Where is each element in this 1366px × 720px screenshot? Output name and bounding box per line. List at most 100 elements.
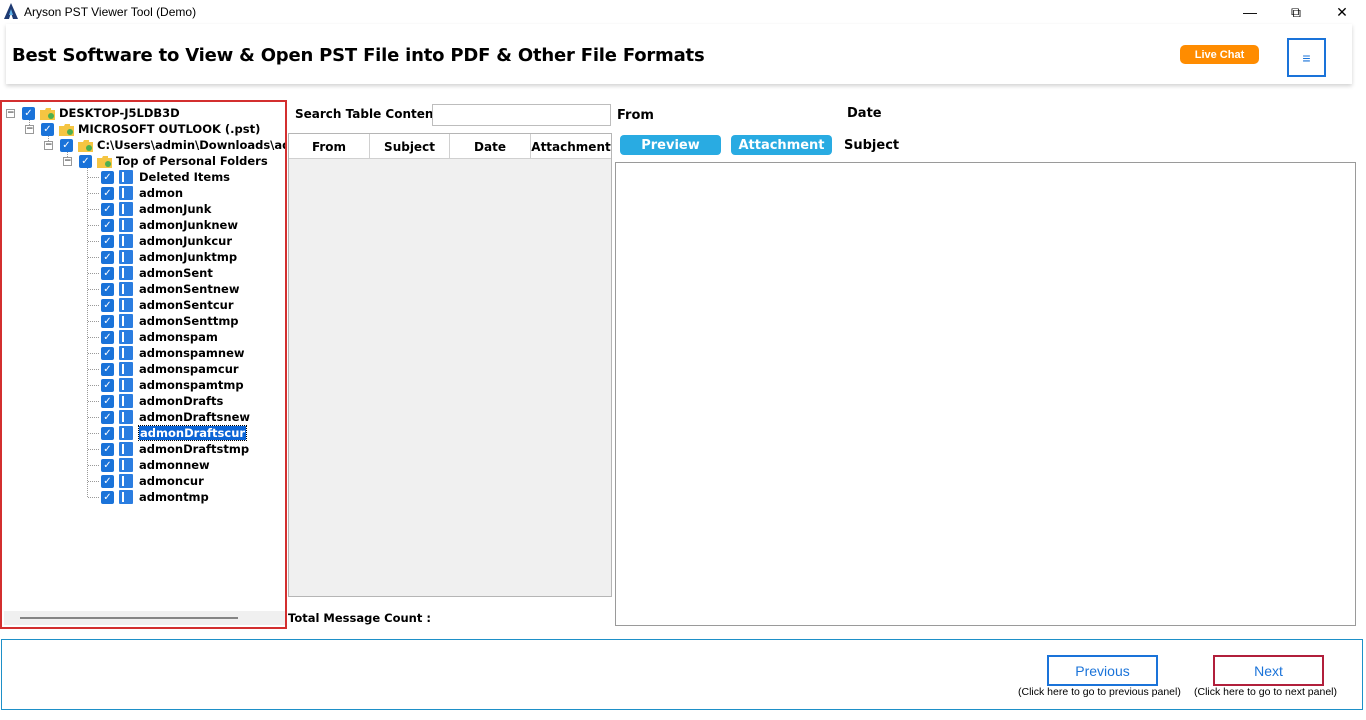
checkbox-checked-icon[interactable]: ✓ [101, 346, 114, 360]
checkbox-checked-icon[interactable]: ✓ [101, 186, 114, 200]
checkbox-checked-icon[interactable]: ✓ [101, 250, 114, 264]
tree-folder-item[interactable]: ✓ admontmp [88, 489, 209, 505]
mail-folder-icon [119, 218, 133, 232]
tree-folder-item[interactable]: ✓ admonSentcur [88, 297, 234, 313]
mail-folder-icon [119, 298, 133, 312]
mail-folder-icon [119, 266, 133, 280]
tree-connector [88, 369, 99, 370]
checkbox-checked-icon[interactable]: ✓ [79, 154, 92, 168]
checkbox-checked-icon[interactable]: ✓ [101, 234, 114, 248]
tree-folder-item[interactable]: ✓ admonSentnew [88, 281, 239, 297]
tree-folder-item[interactable]: ✓ admonspamcur [88, 361, 239, 377]
footer-panel: Previous (Click here to go to previous p… [1, 639, 1363, 710]
tree-folder-label: admonJunknew [139, 218, 238, 232]
tree-folder-label: admonJunktmp [139, 250, 238, 264]
checkbox-checked-icon[interactable]: ✓ [101, 378, 114, 392]
tree-folder-item[interactable]: ✓ admonJunknew [88, 217, 238, 233]
restore-button[interactable]: ⧉ [1273, 0, 1319, 24]
checkbox-checked-icon[interactable]: ✓ [60, 138, 73, 152]
live-chat-button[interactable]: Live Chat [1180, 45, 1259, 64]
tree-folder-item[interactable]: ✓ admonspam [88, 329, 218, 345]
from-label: From [617, 108, 654, 123]
checkbox-checked-icon[interactable]: ✓ [101, 490, 114, 504]
tree-folder-item[interactable]: ✓ admonSenttmp [88, 313, 239, 329]
tree-node-pst-store[interactable]: − ✓ MICROSOFT OUTLOOK (.pst) [25, 121, 260, 137]
app-header: Best Software to View & Open PST File in… [6, 24, 1352, 84]
column-header-attachment[interactable]: Attachment [531, 134, 611, 159]
folder-icon [97, 155, 112, 168]
checkbox-checked-icon[interactable]: ✓ [101, 202, 114, 216]
tree-node-top-folder[interactable]: − ✓ Top of Personal Folders [63, 153, 268, 169]
checkbox-checked-icon[interactable]: ✓ [101, 266, 114, 280]
message-table[interactable]: From Subject Date Attachment [288, 133, 612, 597]
checkbox-checked-icon[interactable]: ✓ [101, 330, 114, 344]
scrollbar-thumb[interactable] [20, 617, 238, 619]
tree-folder-label: admon [139, 186, 184, 200]
attachment-button[interactable]: Attachment [731, 135, 832, 155]
checkbox-checked-icon[interactable]: ✓ [101, 474, 114, 488]
mail-folder-icon [119, 474, 133, 488]
tree-folder-item[interactable]: ✓ Deleted Items [88, 169, 230, 185]
checkbox-checked-icon[interactable]: ✓ [101, 218, 114, 232]
column-header-date[interactable]: Date [450, 134, 531, 159]
checkbox-checked-icon[interactable]: ✓ [101, 170, 114, 184]
tree-folder-item[interactable]: ✓ admonspamnew [88, 345, 245, 361]
checkbox-checked-icon[interactable]: ✓ [101, 362, 114, 376]
tree-folder-item[interactable]: ✓ admonDraftsnew [88, 409, 250, 425]
mail-folder-icon [119, 442, 133, 456]
tree-node-computer[interactable]: − ✓ DESKTOP-J5LDB3D [6, 105, 180, 121]
mail-folder-icon [119, 410, 133, 424]
tree-folder-item[interactable]: ✓ admoncur [88, 473, 204, 489]
next-button[interactable]: Next [1213, 655, 1324, 686]
checkbox-checked-icon[interactable]: ✓ [101, 410, 114, 424]
tree-node-file-path[interactable]: − ✓ C:\Users\admin\Downloads\adm [44, 137, 285, 153]
message-preview-pane[interactable] [615, 162, 1356, 626]
tree-folder-item[interactable]: ✓ admon [88, 185, 183, 201]
collapse-icon[interactable]: − [6, 108, 15, 118]
total-message-count: Total Message Count : [288, 611, 431, 625]
tree-connector [88, 225, 99, 226]
checkbox-checked-icon[interactable]: ✓ [22, 106, 35, 120]
menu-button[interactable]: ≡ [1287, 38, 1326, 77]
previous-button[interactable]: Previous [1047, 655, 1158, 686]
search-input[interactable] [432, 104, 611, 126]
mail-folder-icon [119, 234, 133, 248]
message-table-header: From Subject Date Attachment [289, 134, 611, 159]
tree-folder-item[interactable]: ✓ admonDraftstmp [88, 441, 249, 457]
date-label: Date [847, 106, 882, 121]
checkbox-checked-icon[interactable]: ✓ [101, 298, 114, 312]
checkbox-checked-icon[interactable]: ✓ [101, 426, 114, 440]
collapse-icon[interactable]: − [44, 140, 53, 150]
mail-folder-icon [119, 186, 133, 200]
checkbox-checked-icon[interactable]: ✓ [41, 122, 54, 136]
mail-folder-icon [119, 282, 133, 296]
tree-folder-item[interactable]: ✓ admonDrafts [88, 393, 223, 409]
tree-folder-item[interactable]: ✓ admonspamtmp [88, 377, 244, 393]
column-header-from[interactable]: From [289, 134, 370, 159]
tree-folder-item[interactable]: ✓ admonnew [88, 457, 210, 473]
tree-folder-label: admonspamcur [139, 362, 239, 376]
tree-folder-item[interactable]: ✓ admonDraftscur [88, 425, 248, 441]
tree-folder-label: admonspam [139, 330, 218, 344]
app-logo-icon [4, 3, 18, 19]
collapse-icon[interactable]: − [63, 156, 72, 166]
tree-folder-label: admonDraftscur [137, 425, 248, 441]
checkbox-checked-icon[interactable]: ✓ [101, 458, 114, 472]
collapse-icon[interactable]: − [25, 124, 34, 134]
close-button[interactable]: ✕ [1319, 0, 1365, 24]
tree-folder-label: admonSentnew [139, 282, 240, 296]
tree-folder-label: Deleted Items [139, 170, 231, 184]
tree-folder-item[interactable]: ✓ admonSent [88, 265, 213, 281]
tree-folder-item[interactable]: ✓ admonJunkcur [88, 233, 232, 249]
checkbox-checked-icon[interactable]: ✓ [101, 314, 114, 328]
horizontal-scrollbar[interactable] [4, 611, 285, 625]
tree-folder-item[interactable]: ✓ admonJunk [88, 201, 211, 217]
column-header-subject[interactable]: Subject [370, 134, 450, 159]
checkbox-checked-icon[interactable]: ✓ [101, 282, 114, 296]
checkbox-checked-icon[interactable]: ✓ [101, 394, 114, 408]
preview-button[interactable]: Preview [620, 135, 721, 155]
checkbox-checked-icon[interactable]: ✓ [101, 442, 114, 456]
tree-folder-item[interactable]: ✓ admonJunktmp [88, 249, 237, 265]
mail-folder-icon [119, 426, 133, 440]
minimize-button[interactable]: — [1227, 0, 1273, 24]
